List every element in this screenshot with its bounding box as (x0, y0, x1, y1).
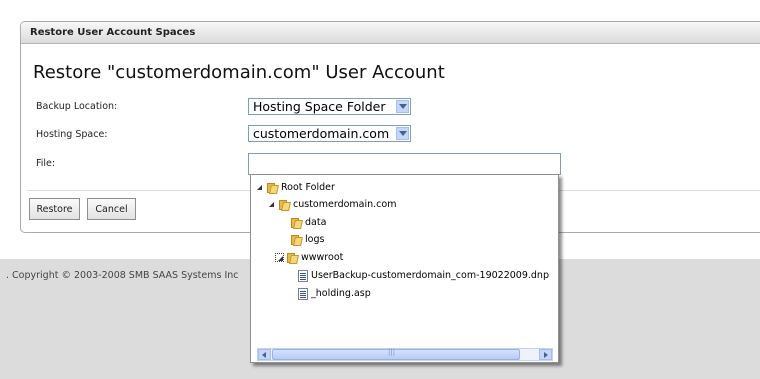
tree-node-label: logs (305, 234, 325, 245)
file-label: File: (36, 158, 56, 169)
scroll-left-icon[interactable] (258, 349, 271, 360)
folder-icon (290, 234, 303, 246)
cancel-button[interactable]: Cancel (87, 198, 136, 220)
tree-node-root[interactable]: Root Folder (255, 181, 335, 195)
expand-toggle-icon[interactable] (255, 183, 264, 192)
tree-node-label: Root Folder (281, 182, 335, 193)
tree-node-backup-file[interactable]: UserBackup-customerdomain_com-19022009.d… (297, 269, 549, 283)
tree-node-label: UserBackup-customerdomain_com-19022009.d… (311, 270, 549, 281)
backup-location-select[interactable]: Hosting Space Folder (248, 98, 411, 115)
hosting-space-value: customerdomain.com (253, 126, 390, 141)
scroll-right-icon[interactable] (539, 349, 552, 360)
tree-node-label: wwwroot (301, 252, 344, 263)
hosting-space-select[interactable]: customerdomain.com (248, 125, 411, 142)
expand-toggle-icon[interactable] (275, 253, 284, 262)
restore-button[interactable]: Restore (29, 198, 80, 220)
scroll-thumb[interactable] (272, 348, 520, 360)
file-tree-dropdown[interactable]: Root Folder customerdomain.com data logs… (250, 174, 559, 363)
tree-node-label: data (305, 217, 327, 228)
tree-node-label: _holding.asp (311, 288, 371, 299)
copyright-text: . Copyright © 2003-2008 SMB SAAS Systems… (6, 270, 239, 281)
chevron-down-icon[interactable] (396, 127, 409, 140)
backup-location-value: Hosting Space Folder (253, 99, 386, 114)
tree-node-wwwroot[interactable]: wwwroot (275, 251, 343, 265)
folder-icon (286, 252, 299, 264)
tree-node-logs[interactable]: logs (288, 233, 324, 247)
tree-node-data[interactable]: data (288, 216, 326, 230)
hosting-space-label: Hosting Space: (36, 129, 108, 140)
backup-location-label: Backup Location: (36, 101, 118, 112)
tree-node-holding-file[interactable]: _holding.asp (297, 287, 371, 301)
page-title: Restore "customerdomain.com" User Accoun… (33, 62, 445, 83)
expand-toggle-icon[interactable] (267, 200, 276, 209)
document-icon (298, 269, 308, 282)
folder-icon (290, 217, 303, 229)
document-icon (298, 287, 308, 300)
folder-icon (266, 182, 279, 194)
tree-node-customerdomain[interactable]: customerdomain.com (267, 198, 396, 212)
panel-header: Restore User Account Spaces (21, 22, 760, 44)
file-field[interactable] (248, 153, 561, 175)
chevron-down-icon[interactable] (396, 100, 409, 113)
horizontal-scrollbar[interactable] (257, 348, 553, 361)
folder-icon (278, 199, 291, 211)
tree-node-label: customerdomain.com (293, 199, 397, 210)
